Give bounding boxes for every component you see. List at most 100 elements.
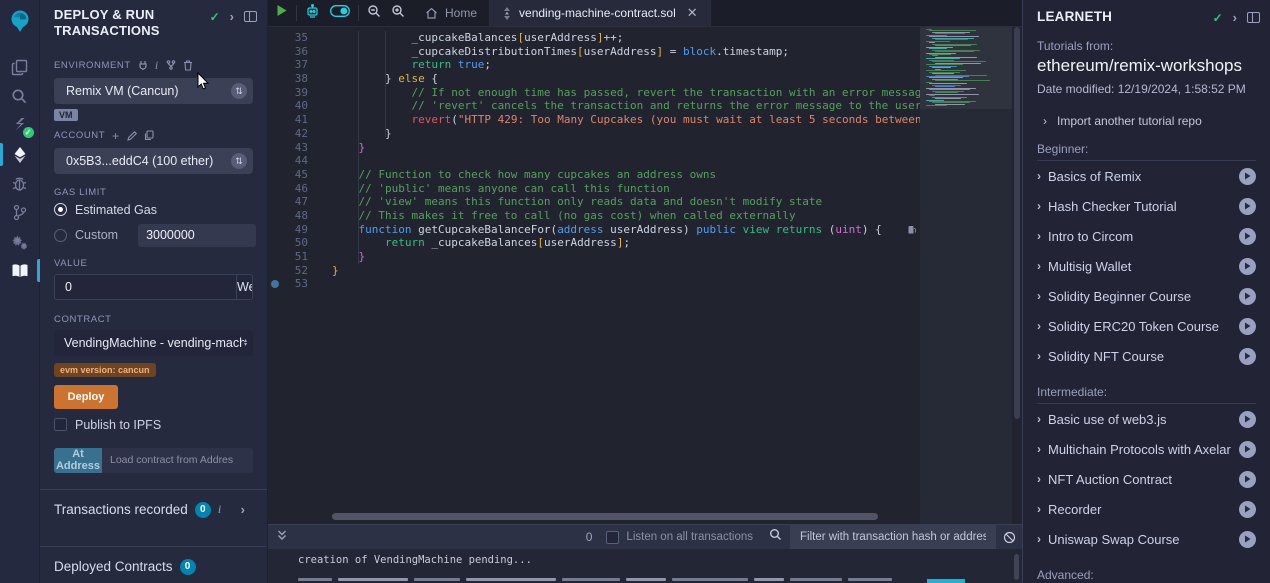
publish-ipfs-checkbox[interactable]	[54, 418, 67, 431]
code-line[interactable]: 53	[268, 277, 1022, 291]
ai-toggle-switch[interactable]	[330, 4, 350, 22]
code-line[interactable]: 38 } else {	[268, 72, 1022, 86]
sidebar-item-source-control[interactable]	[0, 198, 40, 227]
sidebar-item-debugger[interactable]	[0, 169, 40, 198]
code-line[interactable]: 49 function getCupcakeBalanceFor(address…	[268, 223, 1022, 237]
start-tutorial-play-button[interactable]	[1239, 501, 1256, 518]
sidebar-item-search[interactable]	[0, 82, 40, 111]
clear-terminal-icon[interactable]	[996, 531, 1022, 544]
start-tutorial-play-button[interactable]	[1239, 258, 1256, 275]
tutorial-item[interactable]: ›Uniswap Swap Course	[1037, 524, 1256, 554]
chevron-right-icon[interactable]: ›	[1037, 412, 1041, 426]
gutter-marker[interactable]	[268, 141, 282, 155]
gutter-marker[interactable]	[268, 45, 282, 59]
sidebar-item-deploy-run[interactable]	[0, 140, 40, 169]
chevron-right-icon[interactable]: ›	[1037, 259, 1041, 273]
contract-select[interactable]: VendingMachine - vending-machin ▴▾	[54, 330, 253, 356]
gutter-marker[interactable]	[268, 99, 282, 113]
tutorial-item[interactable]: ›Basics of Remix	[1037, 161, 1256, 191]
pin-panel-icon[interactable]	[1247, 12, 1260, 23]
start-tutorial-play-button[interactable]	[1239, 198, 1256, 215]
code-line[interactable]: 39 // If not enough time has passed, rev…	[268, 86, 1022, 100]
environment-dropdown-icon[interactable]: ⇅	[231, 83, 247, 99]
sidebar-item-solidity-compiler[interactable]: ✓	[0, 111, 40, 140]
estimated-gas-radio[interactable]	[54, 203, 67, 216]
gutter-marker[interactable]	[268, 154, 282, 168]
gutter-marker[interactable]	[268, 250, 282, 264]
chevron-right-icon[interactable]: ›	[1037, 502, 1041, 516]
plug-icon[interactable]	[138, 60, 148, 70]
chevron-right-icon[interactable]: ›	[1037, 319, 1041, 333]
code-line[interactable]: 46 // 'public' means anyone can call thi…	[268, 182, 1022, 196]
tutorial-item[interactable]: ›Hash Checker Tutorial	[1037, 191, 1256, 221]
chevron-right-icon[interactable]: ›	[1037, 169, 1041, 183]
gutter-marker[interactable]	[268, 264, 282, 278]
zoom-in-icon[interactable]	[391, 4, 405, 23]
copy-icon[interactable]	[144, 130, 154, 141]
code-editor[interactable]: 35 _cupcakeBalances[userAddress]++;36 _c…	[268, 27, 1022, 524]
code-line[interactable]: 41 revert("HTTP 429: Too Many Cupcakes (…	[268, 113, 1022, 127]
tab-vending-machine-contract[interactable]: vending-machine-contract.sol ✕	[490, 0, 711, 26]
tutorial-item[interactable]: ›Solidity Beginner Course	[1037, 281, 1256, 311]
tutorial-item[interactable]: ›Multisig Wallet	[1037, 251, 1256, 281]
value-input[interactable]	[55, 275, 236, 299]
info-icon[interactable]: i	[218, 502, 221, 517]
expand-terminal-icon[interactable]	[276, 528, 288, 546]
environment-select[interactable]: Remix VM (Cancun) ⇅	[54, 78, 253, 104]
gutter-marker[interactable]	[268, 195, 282, 209]
listen-all-checkbox[interactable]	[606, 531, 619, 544]
tutorial-item[interactable]: ›Intro to Circom	[1037, 221, 1256, 251]
add-account-icon[interactable]: +	[112, 129, 120, 143]
code-line[interactable]: 47 // 'view' means this function only re…	[268, 195, 1022, 209]
close-tab-icon[interactable]: ✕	[687, 5, 698, 21]
tutorial-item[interactable]: ›Solidity ERC20 Token Course	[1037, 311, 1256, 341]
zoom-out-icon[interactable]	[367, 4, 381, 23]
remix-logo[interactable]	[7, 8, 33, 39]
gutter-marker[interactable]	[268, 182, 282, 196]
chevron-right-icon[interactable]: ›	[1037, 442, 1041, 456]
start-tutorial-play-button[interactable]	[1239, 531, 1256, 548]
edit-icon[interactable]	[127, 131, 137, 141]
tutorial-item[interactable]: ›Recorder	[1037, 494, 1256, 524]
start-tutorial-play-button[interactable]	[1239, 441, 1256, 458]
deployed-contracts-row[interactable]: Deployed Contracts 0	[40, 546, 267, 583]
code-line[interactable]: 52}	[268, 264, 1022, 278]
terminal-log[interactable]: creation of VendingMachine pending...	[268, 549, 1022, 583]
value-unit-select[interactable]: Wei ▴▾	[236, 275, 253, 299]
run-script-button[interactable]	[276, 4, 288, 22]
gutter-marker[interactable]	[268, 209, 282, 223]
chevron-right-icon[interactable]: ›	[1233, 10, 1237, 25]
gutter-marker[interactable]	[268, 223, 282, 237]
start-tutorial-play-button[interactable]	[1239, 348, 1256, 365]
custom-gas-input[interactable]	[138, 224, 256, 247]
gutter-marker[interactable]	[268, 31, 282, 45]
tutorial-item[interactable]: ›Basic use of web3.js	[1037, 404, 1256, 434]
chevron-right-icon[interactable]: ›	[1037, 199, 1041, 213]
debug-button-clipped[interactable]	[927, 579, 965, 583]
code-line[interactable]: 50 return _cupcakeBalances[userAddress];	[268, 236, 1022, 250]
chevron-right-icon[interactable]: ›	[230, 9, 234, 24]
gutter-marker[interactable]	[268, 168, 282, 182]
sidebar-item-learneth[interactable]	[0, 256, 40, 285]
chevron-right-icon[interactable]: ›	[1037, 349, 1041, 363]
tutorial-item[interactable]: ›NFT Auction Contract	[1037, 464, 1256, 494]
start-tutorial-play-button[interactable]	[1239, 168, 1256, 185]
code-line[interactable]: 42 }	[268, 127, 1022, 141]
code-line[interactable]: 51 }	[268, 250, 1022, 264]
chevron-right-icon[interactable]: ›	[1037, 472, 1041, 486]
chevron-right-icon[interactable]: ›	[1037, 532, 1041, 546]
code-line[interactable]: 48 // This makes it free to call (no gas…	[268, 209, 1022, 223]
start-tutorial-play-button[interactable]	[1239, 411, 1256, 428]
sidebar-item-settings[interactable]	[0, 227, 40, 256]
expand-transactions-icon[interactable]: ›	[241, 502, 245, 517]
at-address-input[interactable]	[102, 448, 253, 473]
at-address-button[interactable]: At Address	[54, 448, 102, 473]
ai-copilot-icon[interactable]	[305, 4, 320, 23]
deploy-button[interactable]: Deploy	[54, 385, 118, 409]
code-line[interactable]: 35 _cupcakeBalances[userAddress]++;	[268, 31, 1022, 45]
gutter-marker[interactable]	[268, 58, 282, 72]
editor-vertical-scrollbar[interactable]	[1012, 27, 1022, 524]
tutorial-item[interactable]: ›Multichain Protocols with Axelar	[1037, 434, 1256, 464]
breakpoint-dot[interactable]	[268, 277, 282, 291]
gutter-marker[interactable]	[268, 72, 282, 86]
